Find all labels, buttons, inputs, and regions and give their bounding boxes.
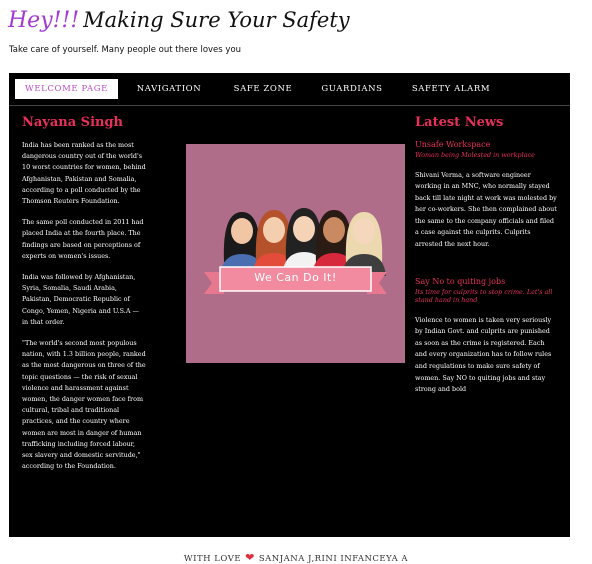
news-body: Violence to women is taken very seriousl… bbox=[415, 315, 552, 394]
news-subtitle: Its time for culprits to stop crime. Let… bbox=[415, 287, 553, 305]
main-nav: WELCOME PAGE NAVIGATION SAFE ZONE GUARDI… bbox=[9, 73, 570, 106]
left-heading: Nayana Singh bbox=[22, 115, 124, 130]
nav-navigation[interactable]: NAVIGATION bbox=[129, 79, 209, 99]
footer-prefix: WITH LOVE bbox=[183, 554, 242, 564]
banner-text: We Can Do It! bbox=[254, 271, 337, 284]
main-panel: WELCOME PAGE NAVIGATION SAFE ZONE GUARDI… bbox=[9, 73, 570, 537]
news-title[interactable]: Say No to quiting jobs bbox=[415, 277, 557, 286]
footer-authors: SANJANA J,RINI INFANCEYA A bbox=[258, 554, 409, 564]
tagline: Take care of yourself. Many people out t… bbox=[9, 45, 242, 55]
left-paragraph: The same poll conducted in 2011 had plac… bbox=[22, 218, 144, 260]
latest-news-column: Latest News Unsafe Workspace Woman being… bbox=[415, 115, 557, 422]
nav-guardians[interactable]: GUARDIANS bbox=[312, 79, 392, 99]
left-paragraph: India has been ranked as the most danger… bbox=[22, 141, 146, 206]
left-column: Nayana Singh India has been ranked as th… bbox=[22, 115, 147, 482]
nav-safety-alarm[interactable]: SAFETY ALARM bbox=[406, 79, 496, 99]
brand-hey: Hey!!! bbox=[8, 8, 80, 33]
women-group-illustration bbox=[204, 208, 387, 294]
heart-icon: ❤ bbox=[245, 551, 255, 564]
left-paragraph: India was followed by Afghanistan, Syria… bbox=[22, 273, 139, 326]
news-title[interactable]: Unsafe Workspace bbox=[415, 140, 557, 149]
brand-title: Making Sure Your Safety bbox=[83, 8, 350, 32]
footer: WITH LOVE ❤ SANJANA J,RINI INFANCEYA A bbox=[0, 551, 592, 564]
news-heading: Latest News bbox=[415, 115, 504, 130]
news-item: Say No to quiting jobs Its time for culp… bbox=[415, 277, 557, 396]
news-item: Unsafe Workspace Woman being Molested in… bbox=[415, 140, 557, 251]
site-brand: Hey!!! Making Sure Your Safety bbox=[8, 8, 350, 33]
news-subtitle: Woman being Molested in workplace bbox=[415, 151, 535, 159]
nav-safe-zone[interactable]: SAFE ZONE bbox=[223, 79, 303, 99]
nav-welcome-page[interactable]: WELCOME PAGE bbox=[15, 79, 118, 99]
left-paragraph: "The world's second most populous nation… bbox=[22, 339, 146, 471]
we-can-do-it-poster[interactable]: We Can Do It! bbox=[186, 144, 405, 363]
news-body: Shivani Verma, a software engineer worki… bbox=[415, 170, 557, 249]
